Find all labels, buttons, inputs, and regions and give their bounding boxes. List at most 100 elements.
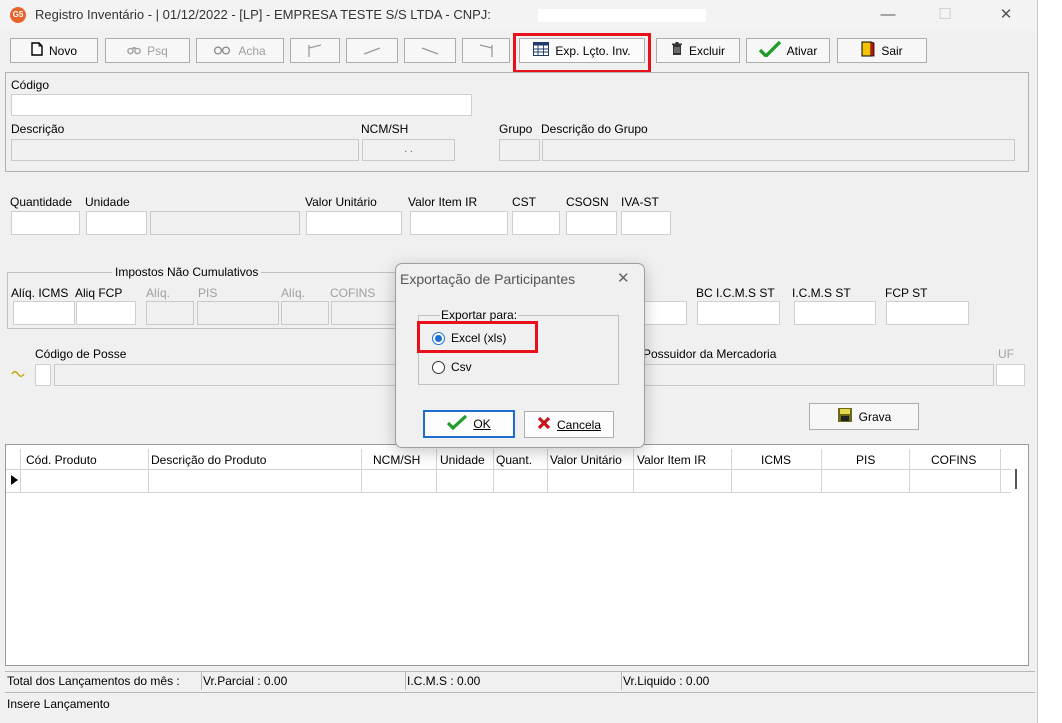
descricao-input[interactable] — [11, 139, 359, 161]
ncm-label: NCM/SH — [361, 122, 409, 136]
grid-col-line — [547, 449, 548, 493]
status-message: Insere Lançamento — [7, 697, 110, 711]
excel-radio[interactable] — [432, 332, 445, 345]
exp-lcto-inv-button[interactable]: Exp. Lçto. Inv. — [519, 38, 645, 63]
bc-icms-st-input[interactable] — [697, 301, 780, 325]
novo-button[interactable]: Novo — [10, 38, 98, 63]
csosn-input[interactable] — [566, 211, 617, 235]
aliq-icms-input[interactable] — [13, 301, 75, 325]
grid-col-line — [821, 449, 822, 493]
maximize-button[interactable]: ☐ — [927, 4, 963, 26]
cofins-label: COFINS — [330, 286, 376, 300]
close-button[interactable]: ✕ — [988, 4, 1024, 26]
ok-button[interactable]: OK — [423, 410, 515, 438]
unidade-desc-input — [150, 211, 300, 235]
export-options-label: Exportar para: — [440, 308, 519, 322]
last-record-icon — [479, 43, 493, 57]
status-sep — [201, 672, 202, 690]
next-record-button[interactable] — [404, 38, 456, 63]
binoculars-find-icon — [214, 44, 232, 58]
novo-label: Novo — [48, 43, 77, 58]
minimize-button[interactable]: — — [870, 4, 906, 26]
aliq-cofins-label: Alíq. — [281, 286, 306, 300]
unidade-input[interactable] — [86, 211, 147, 235]
icms-st-input[interactable] — [794, 301, 876, 325]
grava-button[interactable]: Grava — [809, 403, 919, 430]
grid-header-descricao[interactable]: Descrição do Produto — [151, 450, 266, 470]
grid-col-line — [731, 449, 732, 493]
aliq-fcp-input[interactable] — [76, 301, 136, 325]
grid-header-icms[interactable]: ICMS — [761, 450, 791, 470]
grid-col-line — [909, 449, 910, 493]
aliq-icms-label: Alíq. ICMS — [11, 286, 69, 300]
grid-header-ncm[interactable]: NCM/SH — [373, 450, 420, 470]
grid-header-pis[interactable]: PIS — [856, 450, 875, 470]
grid-header-cofins[interactable]: COFINS — [931, 450, 976, 470]
descricao-grupo-input[interactable] — [542, 139, 1015, 161]
csv-radio[interactable] — [432, 361, 445, 374]
status-sep — [621, 672, 622, 690]
last-record-button[interactable] — [462, 38, 510, 63]
cancel-button[interactable]: Cancela — [524, 411, 614, 438]
cst-label: CST — [512, 195, 536, 209]
x-icon — [537, 416, 551, 433]
grid-header-quant[interactable]: Quant. — [496, 450, 532, 470]
codigo-input[interactable] — [11, 94, 472, 116]
grid-col-line — [148, 449, 149, 493]
first-record-button[interactable] — [290, 38, 340, 63]
posse-key-icon[interactable] — [11, 369, 25, 381]
grid-header-unidade[interactable]: Unidade — [440, 450, 485, 470]
st-partial-input[interactable] — [641, 301, 687, 325]
excel-option-label[interactable]: Excel (xls) — [451, 331, 506, 345]
quantidade-input[interactable] — [11, 211, 80, 235]
valor-unitario-input[interactable] — [306, 211, 402, 235]
status-parcial: Vr.Parcial : 0.00 — [203, 674, 288, 688]
psq-button[interactable]: Psq — [105, 38, 190, 63]
redacted-block — [538, 9, 706, 22]
products-grid[interactable]: Cód. Produto Descrição do Produto NCM/SH… — [5, 444, 1029, 666]
exit-door-icon — [861, 41, 875, 60]
pis-input — [197, 301, 279, 325]
grid-header-valor-unitario[interactable]: Valor Unitário — [550, 450, 622, 470]
previous-record-button[interactable] — [346, 38, 398, 63]
cst-input[interactable] — [512, 211, 560, 235]
grid-scrollbar-thumb[interactable] — [1015, 469, 1017, 489]
spreadsheet-icon — [533, 42, 550, 59]
grid-header-cod-produto[interactable]: Cód. Produto — [26, 450, 97, 470]
grid-col-line — [633, 449, 634, 493]
valor-item-ir-input[interactable] — [410, 211, 508, 235]
ativar-button[interactable]: Ativar — [746, 38, 830, 63]
grid-col-line — [436, 449, 437, 493]
grid-col-line — [20, 449, 21, 493]
iva-st-input[interactable] — [621, 211, 671, 235]
grid-header-valor-item-ir[interactable]: Valor Item IR — [637, 450, 706, 470]
save-disk-icon — [837, 407, 853, 426]
valor-unitario-label: Valor Unitário — [305, 195, 377, 209]
status-divider — [5, 692, 1035, 693]
descricao-label: Descrição — [11, 122, 65, 136]
status-divider — [5, 671, 1035, 672]
cancel-label: Cancela — [556, 417, 602, 432]
ativar-label: Ativar — [786, 43, 818, 58]
uf-input[interactable] — [996, 364, 1025, 386]
csv-option-label[interactable]: Csv — [451, 360, 472, 374]
fcp-st-input[interactable] — [886, 301, 969, 325]
ncm-input[interactable]: . . — [362, 139, 455, 161]
grupo-input[interactable] — [499, 139, 540, 161]
export-dialog: Exportação de Participantes ✕ Exportar p… — [395, 263, 645, 448]
impostos-title: Impostos Não Cumulativos — [112, 265, 262, 279]
excluir-button[interactable]: Excluir — [656, 38, 740, 63]
icms-st-label: I.C.M.S ST — [792, 286, 851, 300]
excluir-label: Excluir — [688, 43, 725, 58]
dialog-close-button[interactable]: ✕ — [617, 269, 630, 287]
grid-col-line — [493, 449, 494, 493]
fcp-st-label: FCP ST — [885, 286, 928, 300]
codigo-posse-label: Código de Posse — [35, 347, 127, 361]
sair-button[interactable]: Sair — [837, 38, 927, 63]
check-icon — [447, 414, 468, 433]
acha-button[interactable]: Acha — [196, 38, 284, 63]
aliq-pis-input — [146, 301, 194, 325]
codigo-posse-input[interactable] — [35, 364, 51, 386]
acha-label: Acha — [238, 43, 266, 58]
next-record-icon — [421, 46, 439, 55]
